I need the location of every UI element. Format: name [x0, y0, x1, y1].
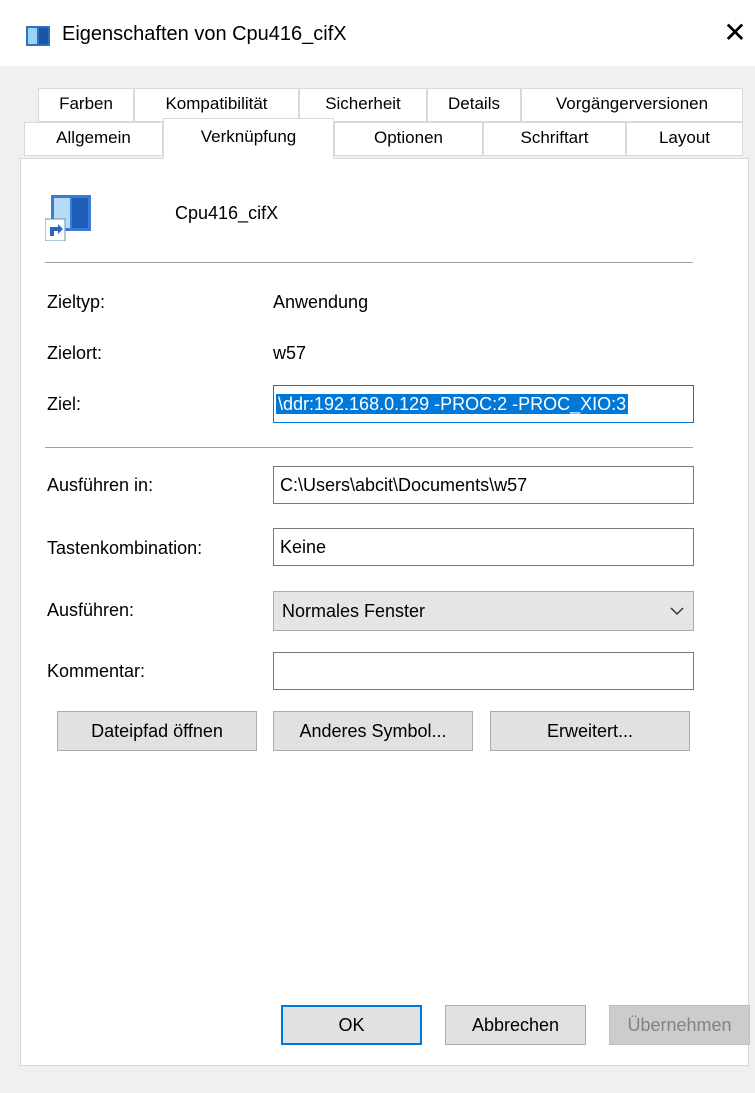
tab-panel-verknuepfung: Cpu416_cifX Zieltyp: Anwendung Zielort: … [20, 158, 749, 1066]
ausfuehren-select-value: Normales Fenster [282, 601, 426, 621]
cancel-button[interactable]: Abbrechen [445, 1005, 586, 1045]
tab-optionen[interactable]: Optionen [334, 122, 483, 156]
chevron-down-icon [670, 607, 684, 616]
close-icon[interactable]: ✕ [716, 14, 754, 52]
ok-button[interactable]: OK [281, 1005, 422, 1045]
tab-sicherheit[interactable]: Sicherheit [299, 88, 427, 122]
ausfuehren-select[interactable]: Normales Fenster [273, 591, 694, 631]
window-title: Eigenschaften von Cpu416_cifX [62, 23, 347, 45]
open-file-location-button[interactable]: Dateipfad öffnen [57, 711, 257, 751]
title-bar: Eigenschaften von Cpu416_cifX ✕ [0, 0, 755, 66]
kommentar-field[interactable] [273, 652, 694, 690]
ziel-field[interactable]: \ddr:192.168.0.129 -PROC:2 -PROC_XIO:3 [273, 385, 694, 423]
divider [45, 447, 693, 448]
advanced-button[interactable]: Erweitert... [490, 711, 690, 751]
tastenkombination-field[interactable]: Keine [273, 528, 694, 566]
change-icon-button[interactable]: Anderes Symbol... [273, 711, 473, 751]
kommentar-label: Kommentar: [47, 661, 146, 681]
ausfuehren-in-field[interactable]: C:\Users\abcit\Documents\w57 [273, 466, 694, 504]
divider [45, 262, 693, 263]
zieltyp-label: Zieltyp: [47, 292, 106, 312]
tab-details[interactable]: Details [427, 88, 521, 122]
tab-farben[interactable]: Farben [38, 88, 134, 122]
app-properties-icon [26, 26, 50, 46]
dialog-body: Farben Kompatibilität Sicherheit Details… [0, 66, 755, 1093]
ziel-selected-text: \ddr:192.168.0.129 -PROC:2 -PROC_XIO:3 [276, 394, 629, 414]
zielort-label: Zielort: [47, 343, 103, 363]
tab-layout[interactable]: Layout [626, 122, 743, 156]
tab-kompatibilitaet[interactable]: Kompatibilität [134, 88, 299, 122]
tab-schriftart[interactable]: Schriftart [483, 122, 626, 156]
apply-button[interactable]: Übernehmen [609, 1005, 750, 1045]
ausfuehren-in-label: Ausführen in: [47, 475, 154, 495]
zieltyp-value: Anwendung [273, 292, 369, 312]
application-shortcut-icon [45, 195, 91, 241]
zielort-value: w57 [273, 343, 307, 363]
tab-vorgaengerversionen[interactable]: Vorgängerversionen [521, 88, 743, 122]
tab-allgemein[interactable]: Allgemein [24, 122, 163, 156]
ziel-label: Ziel: [47, 394, 82, 414]
tastenkombination-label: Tastenkombination: [47, 538, 203, 558]
shortcut-name: Cpu416_cifX [175, 203, 279, 223]
tab-verknuepfung[interactable]: Verknüpfung [163, 118, 334, 159]
ausfuehren-label: Ausführen: [47, 600, 135, 620]
